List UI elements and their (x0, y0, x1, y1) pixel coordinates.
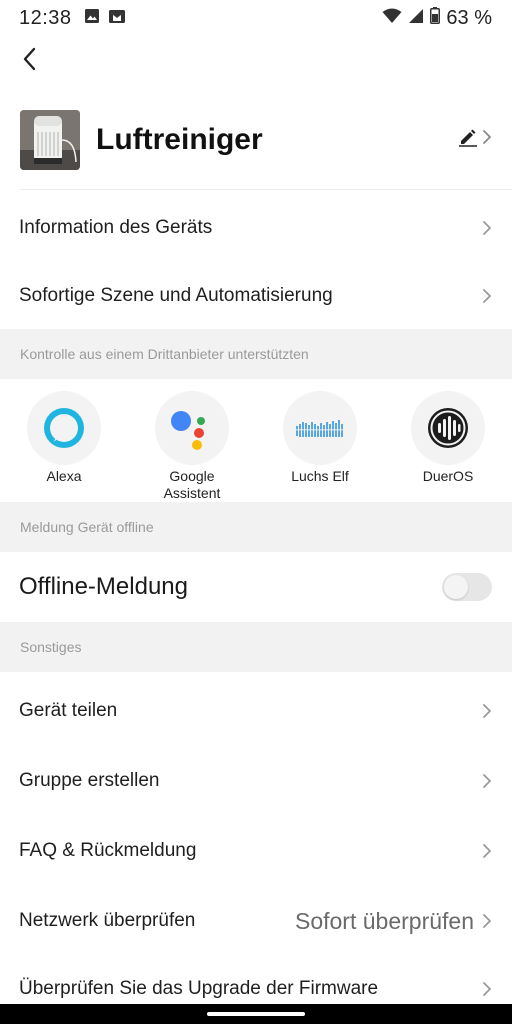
chevron-right-icon (480, 218, 494, 238)
assistant-label: Google Assistent (163, 468, 221, 501)
home-gesture-handle[interactable] (207, 1012, 305, 1016)
section-title: Sonstiges (20, 639, 82, 655)
menu-item-device-information[interactable]: Information des Geräts (0, 193, 512, 263)
chevron-right-icon (482, 129, 492, 150)
menu-item-label: Sofortige Szene und Automatisierung (19, 285, 333, 306)
offline-notification-row: Offline-Meldung (0, 552, 512, 622)
chevron-right-icon (480, 771, 494, 791)
status-time: 12:38 (19, 6, 72, 29)
section-header-other: Sonstiges (0, 622, 512, 672)
chevron-right-icon (480, 701, 494, 721)
assistant-label: DuerOS (422, 468, 474, 484)
luchs-elf-icon (283, 391, 357, 465)
assistant-google[interactable]: Google Assistent (128, 379, 256, 502)
assistant-alexa[interactable]: Alexa (0, 379, 128, 502)
offline-notification-label: Offline-Meldung (19, 573, 188, 600)
menu-item-share-device[interactable]: Gerät teilen (0, 676, 512, 746)
mail-icon (108, 7, 126, 30)
system-navigation-bar (0, 1004, 512, 1024)
device-thumbnail (20, 110, 80, 170)
assistant-dueros[interactable]: DuerOS (384, 379, 512, 502)
wifi-icon (382, 7, 402, 30)
assistant-label: Luchs Elf (291, 468, 349, 484)
battery-percent: 63 % (446, 6, 492, 29)
menu-item-label: Gruppe erstellen (19, 770, 160, 791)
section-header-third-party: Kontrolle aus einem Drittanbieter unters… (0, 329, 512, 379)
chevron-right-icon (480, 911, 494, 931)
device-name: Luftreiniger (96, 123, 263, 156)
dueros-icon (411, 391, 485, 465)
menu-item-create-group[interactable]: Gruppe erstellen (0, 746, 512, 816)
check-network-value: Sofort überprüfen (294, 907, 474, 934)
menu-item-label: Überprüfen Sie das Upgrade der Firmware (19, 978, 379, 999)
battery-icon (430, 6, 441, 30)
device-header[interactable]: Luftreiniger (0, 105, 512, 175)
toggle-knob (444, 575, 468, 599)
third-party-assistants: Alexa Google Assistent Luchs Elf DuerOS (0, 379, 512, 502)
menu-item-label: FAQ & Rückmeldung (19, 840, 197, 861)
image-icon (84, 7, 100, 30)
section-title: Meldung Gerät offline (20, 519, 154, 535)
pencil-icon (458, 127, 478, 152)
assistant-luchs-elf[interactable]: Luchs Elf (256, 379, 384, 502)
google-assistant-icon (155, 391, 229, 465)
alexa-icon (27, 391, 101, 465)
signal-icon (408, 7, 424, 30)
divider (20, 189, 512, 190)
menu-item-label: Netzwerk überprüfen (19, 910, 196, 931)
menu-item-label: Gerät teilen (19, 700, 118, 721)
menu-item-scene-automation[interactable]: Sofortige Szene und Automatisierung (0, 263, 512, 329)
back-button[interactable] (14, 46, 44, 76)
menu-item-label: Information des Geräts (19, 217, 213, 238)
section-title: Kontrolle aus einem Drittanbieter unters… (20, 346, 309, 362)
menu-item-check-network[interactable]: Netzwerk überprüfen Sofort überprüfen (0, 886, 512, 956)
edit-device-name-button[interactable] (458, 127, 492, 152)
menu-item-faq-feedback[interactable]: FAQ & Rückmeldung (0, 816, 512, 886)
assistant-label: Alexa (46, 468, 82, 484)
status-bar: 12:38 63 % (0, 0, 512, 36)
chevron-right-icon (480, 841, 494, 861)
section-header-offline: Meldung Gerät offline (0, 502, 512, 552)
offline-notification-toggle[interactable] (442, 573, 492, 601)
chevron-left-icon (22, 47, 36, 76)
chevron-right-icon (480, 979, 494, 999)
chevron-right-icon (480, 286, 494, 306)
